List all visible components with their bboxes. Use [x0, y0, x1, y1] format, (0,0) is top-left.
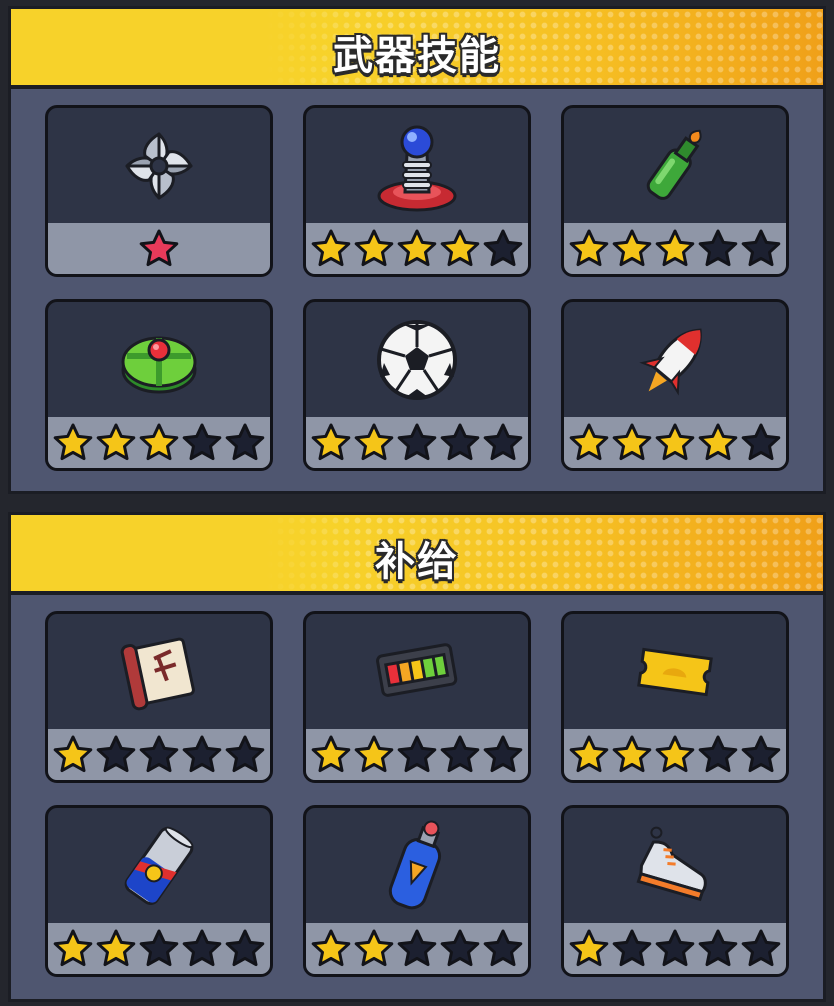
star-filled-icon [354, 423, 394, 460]
sneaker-icon [564, 808, 786, 923]
item-card[interactable] [561, 805, 789, 977]
star-rating [48, 223, 270, 274]
item-card[interactable] [561, 105, 789, 277]
supplies-title: 补给 [375, 539, 459, 585]
star-rating [48, 923, 270, 974]
star-rating [48, 417, 270, 468]
star-filled-icon [53, 735, 93, 772]
item-card[interactable] [561, 611, 789, 783]
star-empty-icon [182, 929, 222, 966]
star-empty-icon [182, 423, 222, 460]
star-filled-icon [655, 229, 695, 266]
item-card[interactable] [303, 299, 531, 471]
star-empty-icon [655, 929, 695, 966]
star-filled-icon [612, 735, 652, 772]
rocket-icon [564, 302, 786, 417]
oxygen-tank-icon [306, 808, 528, 923]
star-filled-icon [612, 423, 652, 460]
star-filled-icon [569, 423, 609, 460]
star-empty-icon [225, 735, 265, 772]
star-empty-icon [96, 735, 136, 772]
star-filled-icon [354, 229, 394, 266]
star-empty-icon [483, 423, 523, 460]
star-filled-icon [139, 423, 179, 460]
star-filled-icon [569, 929, 609, 966]
star-filled-icon [96, 929, 136, 966]
star-empty-icon [182, 735, 222, 772]
star-filled-icon [311, 423, 351, 460]
star-rating [564, 417, 786, 468]
star-filled-icon [311, 229, 351, 266]
star-empty-icon [397, 929, 437, 966]
item-card[interactable] [45, 105, 273, 277]
item-card[interactable] [303, 611, 531, 783]
star-empty-icon [698, 735, 738, 772]
star-filled-icon [53, 929, 93, 966]
star-filled-icon [569, 735, 609, 772]
star-rating [564, 923, 786, 974]
star-filled-icon [440, 229, 480, 266]
star-filled-icon [53, 423, 93, 460]
item-card[interactable] [45, 299, 273, 471]
star-rating [564, 729, 786, 780]
star-empty-icon [741, 929, 781, 966]
star-empty-icon [225, 929, 265, 966]
item-card[interactable] [303, 805, 531, 977]
soccer-ball-icon [306, 302, 528, 417]
star-empty-icon [139, 735, 179, 772]
weapon-skills-banner: 武器技能 [11, 9, 823, 89]
item-card[interactable] [45, 805, 273, 977]
star-rating [306, 417, 528, 468]
supplies-panel: 补给 [8, 512, 826, 1002]
star-empty-icon [741, 735, 781, 772]
star-empty-icon [440, 423, 480, 460]
item-card[interactable] [561, 299, 789, 471]
star-filled-icon [655, 423, 695, 460]
star-filled-icon [655, 735, 695, 772]
star-empty-icon [440, 735, 480, 772]
star-filled-icon [698, 423, 738, 460]
star-empty-icon [483, 229, 523, 266]
star-filled-icon [354, 735, 394, 772]
star-empty-icon [225, 423, 265, 460]
star-empty-icon [397, 735, 437, 772]
star-empty-icon [440, 929, 480, 966]
golden-ticket-icon [564, 614, 786, 729]
star-rating [564, 223, 786, 274]
battery-pack-icon [306, 614, 528, 729]
item-card[interactable] [45, 611, 273, 783]
landmine-icon [48, 302, 270, 417]
item-card[interactable] [303, 105, 531, 277]
molotov-bottle-icon [564, 108, 786, 223]
star-empty-icon [483, 929, 523, 966]
star-filled-icon [139, 229, 179, 266]
star-empty-icon [612, 929, 652, 966]
scroll-icon [48, 614, 270, 729]
star-empty-icon [483, 735, 523, 772]
star-empty-icon [698, 929, 738, 966]
star-rating [48, 729, 270, 780]
shuriken-icon [48, 108, 270, 223]
star-rating [306, 223, 528, 274]
weapon-skills-title: 武器技能 [333, 33, 501, 79]
weapon-skills-panel: 武器技能 [8, 6, 826, 494]
star-empty-icon [698, 229, 738, 266]
star-filled-icon [96, 423, 136, 460]
star-filled-icon [397, 229, 437, 266]
star-empty-icon [139, 929, 179, 966]
tesla-coil-icon [306, 108, 528, 223]
supplies-banner: 补给 [11, 515, 823, 595]
star-filled-icon [569, 229, 609, 266]
star-rating [306, 729, 528, 780]
star-filled-icon [311, 735, 351, 772]
energy-drink-can-icon [48, 808, 270, 923]
star-filled-icon [354, 929, 394, 966]
star-filled-icon [311, 929, 351, 966]
star-empty-icon [741, 229, 781, 266]
star-empty-icon [397, 423, 437, 460]
star-rating [306, 923, 528, 974]
star-filled-icon [612, 229, 652, 266]
star-empty-icon [741, 423, 781, 460]
